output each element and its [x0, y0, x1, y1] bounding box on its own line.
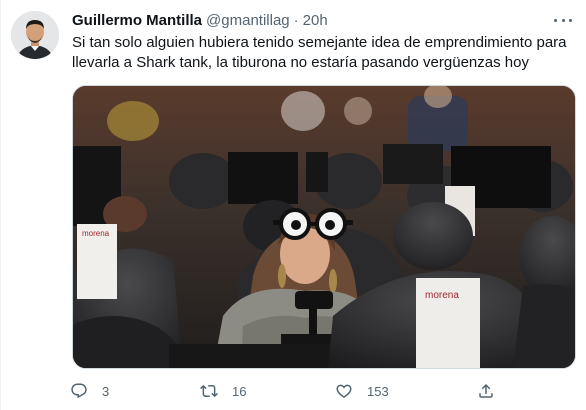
- like-button[interactable]: 153: [335, 380, 389, 402]
- photo-illustration: morena morena: [73, 86, 575, 368]
- author-name[interactable]: Guillermo Mantilla: [72, 12, 202, 29]
- reply-icon: [71, 383, 87, 399]
- reply-button[interactable]: 3: [70, 380, 109, 402]
- tweet-text-line: Si tan solo alguien hubiera tenido semej…: [72, 34, 567, 51]
- like-icon: [336, 384, 352, 398]
- share-button[interactable]: [477, 380, 495, 402]
- tweet-actions: 3 16 153: [70, 380, 510, 402]
- like-count: 153: [367, 383, 389, 399]
- reply-count: 3: [102, 383, 110, 399]
- tweet-timestamp[interactable]: 20h: [303, 12, 328, 29]
- header-separator: ·: [293, 11, 299, 29]
- timeline-divider: [0, 0, 1, 410]
- avatar[interactable]: [11, 11, 59, 59]
- tweet-photo[interactable]: morena morena: [72, 85, 576, 369]
- share-icon: [479, 383, 493, 398]
- tweet-text: Si tan solo alguien hubiera tenido semej…: [72, 33, 572, 73]
- retweet-button[interactable]: 16: [200, 380, 246, 402]
- avatar-photo: [11, 11, 59, 59]
- more-icon[interactable]: [552, 12, 574, 28]
- retweet-count: 16: [232, 383, 247, 399]
- sign-label: morena: [425, 290, 459, 301]
- author-handle[interactable]: @gmantillag: [206, 12, 290, 29]
- tweet-header: Guillermo Mantilla @gmantillag · 20h: [72, 10, 328, 30]
- sign-label: morena: [82, 229, 110, 238]
- retweet-icon: [200, 384, 218, 398]
- tweet-text-line: llevarla a Shark tank, la tiburona no es…: [72, 54, 529, 71]
